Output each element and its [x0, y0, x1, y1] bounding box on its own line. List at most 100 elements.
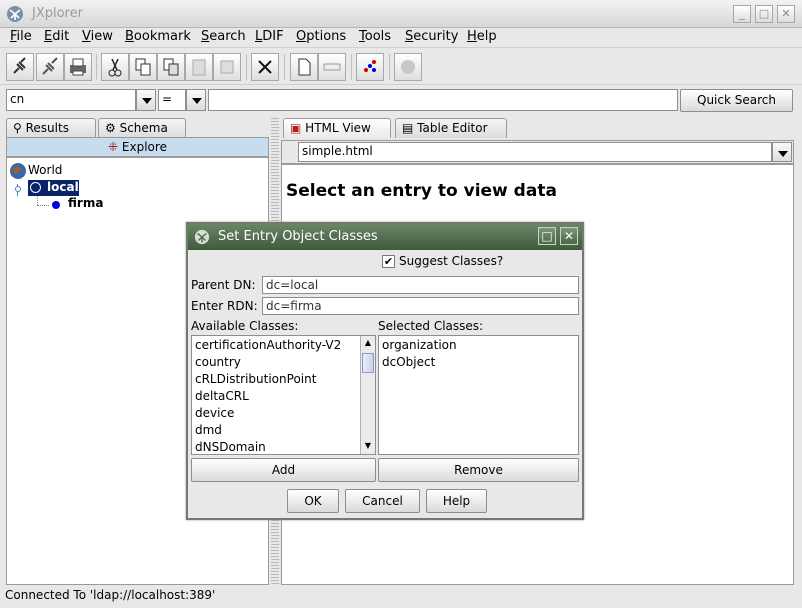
- tab-results[interactable]: ⚲ Results: [6, 118, 96, 138]
- paste-icon: [192, 59, 206, 76]
- dialog-title-bar: Set Entry Object Classes □ ✕: [188, 224, 582, 250]
- dialog-maximize-button[interactable]: □: [538, 227, 556, 245]
- operator-combo[interactable]: =: [158, 89, 186, 111]
- tab-html-view[interactable]: ▣ HTML View: [283, 118, 391, 138]
- menu-search[interactable]: Search: [201, 29, 246, 44]
- maximize-button[interactable]: □: [755, 5, 773, 23]
- list-item[interactable]: dcObject: [382, 355, 435, 369]
- list-item[interactable]: dmd: [195, 423, 222, 437]
- html-view-icon: ▣: [290, 121, 302, 135]
- dialog-close-button[interactable]: ✕: [560, 227, 578, 245]
- scroll-down-arrow-icon[interactable]: ▼: [362, 440, 374, 452]
- list-item[interactable]: dNSDomain: [195, 440, 266, 454]
- disconnect-button[interactable]: [36, 53, 64, 81]
- available-list-scrollbar[interactable]: ▲ ▼: [360, 336, 375, 454]
- remove-class-button[interactable]: Remove: [378, 458, 579, 482]
- rename-button[interactable]: [318, 53, 346, 81]
- help-button[interactable]: Help: [426, 489, 487, 513]
- scroll-thumb[interactable]: [362, 353, 374, 373]
- tree-node-firma[interactable]: firma: [68, 196, 103, 210]
- new-entry-button[interactable]: [290, 53, 318, 81]
- attribute-dropdown-arrow[interactable]: [136, 89, 156, 111]
- list-item[interactable]: deltaCRL: [195, 389, 249, 403]
- stop-icon: [401, 60, 415, 74]
- operator-dropdown-arrow[interactable]: [186, 89, 206, 111]
- list-item[interactable]: organization: [382, 338, 457, 352]
- list-item[interactable]: country: [195, 355, 241, 369]
- binoculars-icon: ⚲: [13, 121, 22, 135]
- add-class-button[interactable]: Add: [191, 458, 376, 482]
- print-button[interactable]: [64, 53, 92, 81]
- attribute-combo[interactable]: cn: [6, 89, 136, 111]
- suggest-classes-label: Suggest Classes?: [399, 254, 504, 268]
- rdn-field[interactable]: dc=firma: [262, 297, 579, 315]
- rdn-label: Enter RDN:: [191, 299, 258, 313]
- paste-button[interactable]: [185, 53, 213, 81]
- html-view-message: Select an entry to view data: [286, 181, 557, 201]
- template-combo[interactable]: simple.html: [298, 142, 772, 162]
- printer-icon: [70, 58, 86, 76]
- minimize-button[interactable]: _: [733, 5, 751, 23]
- menu-tools[interactable]: Tools: [359, 29, 391, 44]
- menu-help[interactable]: Help: [467, 29, 497, 44]
- template-dropdown-arrow[interactable]: [772, 142, 792, 162]
- menu-bar: File Edit View Bookmark Search LDIF Opti…: [0, 28, 802, 48]
- menu-edit[interactable]: Edit: [44, 29, 69, 44]
- paste-alias-button[interactable]: [213, 53, 241, 81]
- close-window-button[interactable]: ✕: [777, 5, 795, 23]
- dialog-title: Set Entry Object Classes: [218, 229, 378, 244]
- dialog-app-icon: [194, 229, 210, 245]
- tab-explore[interactable]: ⁜ Explore: [6, 137, 269, 157]
- available-classes-list[interactable]: certificationAuthority-V2 country cRLDis…: [191, 335, 376, 455]
- world-globe-icon: [10, 163, 26, 179]
- tab-table-editor[interactable]: ▤ Table Editor: [395, 118, 507, 138]
- toolbar-separator: [351, 54, 352, 80]
- tree-line: [37, 205, 49, 206]
- toolbar-separator: [96, 54, 97, 80]
- tab-table-editor-label: Table Editor: [417, 121, 488, 135]
- menu-bookmark[interactable]: Bookmark: [125, 29, 191, 44]
- tree-line: [37, 196, 38, 205]
- selected-classes-label: Selected Classes:: [378, 319, 484, 333]
- table-editor-icon: ▤: [402, 121, 414, 135]
- list-item[interactable]: certificationAuthority-V2: [195, 338, 341, 352]
- stop-button[interactable]: [394, 53, 422, 81]
- menu-options[interactable]: Options: [296, 29, 346, 44]
- connect-button[interactable]: [6, 53, 34, 81]
- menu-ldif[interactable]: LDIF: [255, 29, 284, 44]
- copy-dn-button[interactable]: [157, 53, 185, 81]
- search-bar: cn = Quick Search: [0, 87, 802, 113]
- menu-view[interactable]: View: [82, 29, 113, 44]
- scroll-up-arrow-icon[interactable]: ▲: [362, 337, 374, 349]
- window-title: JXplorer: [32, 6, 83, 21]
- suggest-classes-checkbox[interactable]: ✔: [382, 255, 395, 268]
- ok-button[interactable]: OK: [287, 489, 339, 513]
- paste-alias-icon: [220, 60, 234, 74]
- search-value-input[interactable]: [208, 89, 678, 111]
- cancel-button[interactable]: Cancel: [345, 489, 420, 513]
- tab-schema[interactable]: ⚙ Schema: [98, 118, 186, 138]
- toolbar-separator: [246, 54, 247, 80]
- list-item[interactable]: device: [195, 406, 234, 420]
- tree-node-local-label: local: [47, 180, 79, 194]
- node-circle-icon: [30, 182, 41, 193]
- plug-icon: [13, 57, 26, 74]
- tree-node-local[interactable]: local: [28, 180, 79, 196]
- cut-button[interactable]: [101, 53, 129, 81]
- tree-expand-handle[interactable]: [15, 186, 21, 192]
- selected-classes-list[interactable]: organization dcObject: [378, 335, 579, 455]
- refresh-button[interactable]: [356, 53, 384, 81]
- explore-tree-icon: ⁜: [108, 140, 119, 154]
- menu-security[interactable]: Security: [405, 29, 458, 44]
- scissors-icon: [108, 58, 122, 77]
- parent-dn-field[interactable]: dc=local: [262, 276, 579, 294]
- toolbar-separator: [284, 54, 285, 80]
- tree-node-world[interactable]: World: [28, 163, 62, 177]
- list-item[interactable]: cRLDistributionPoint: [195, 372, 316, 386]
- object-classes-dialog: Set Entry Object Classes □ ✕ ✔ Suggest C…: [186, 222, 584, 520]
- menu-file[interactable]: File: [10, 29, 32, 44]
- window-title-bar: JXplorer _ □ ✕: [0, 0, 802, 28]
- copy-button[interactable]: [129, 53, 157, 81]
- quick-search-button[interactable]: Quick Search: [680, 89, 793, 112]
- delete-button[interactable]: [251, 53, 279, 81]
